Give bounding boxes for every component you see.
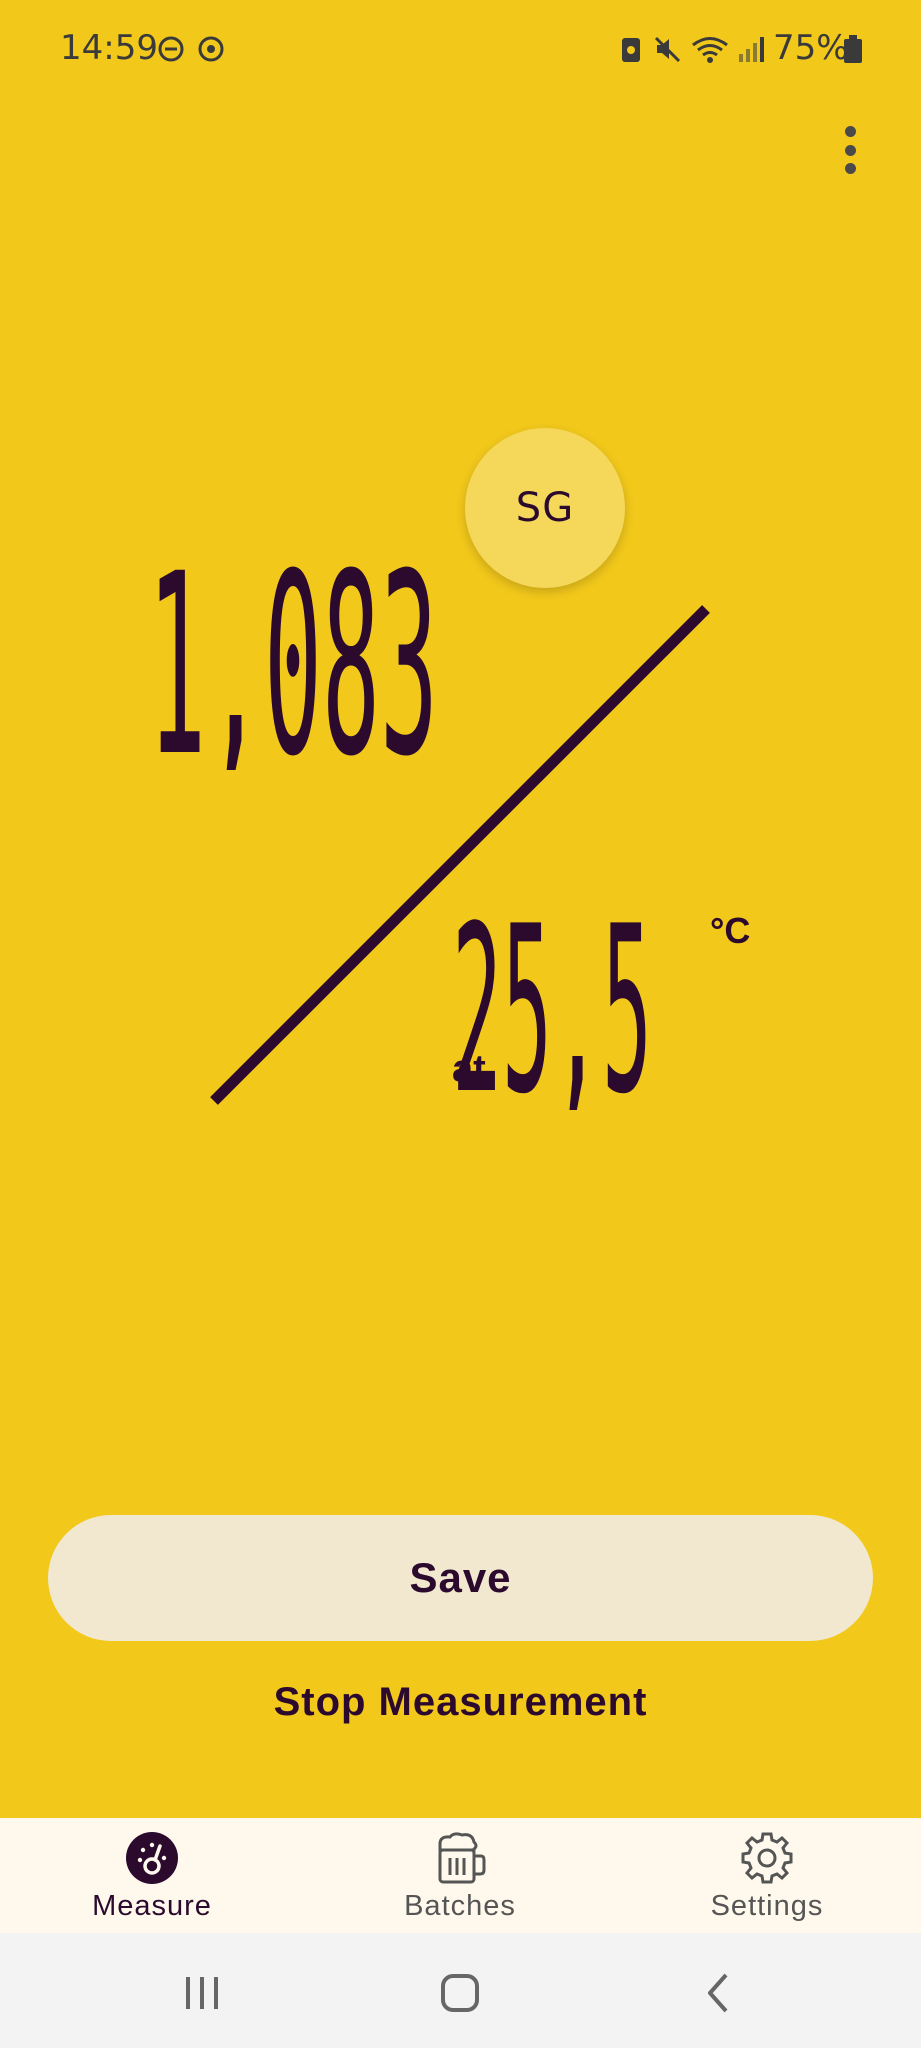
stop-measurement-button[interactable]: Stop Measurement	[0, 1680, 921, 1725]
do-not-disturb-icon	[158, 36, 184, 62]
back-icon[interactable]	[688, 1963, 748, 2023]
nav-label-settings: Settings	[710, 1890, 824, 1922]
status-bar: 14:59 75%	[0, 0, 921, 100]
wifi-icon	[692, 37, 728, 63]
temperature-unit: °C	[710, 910, 751, 951]
sync-icon	[198, 36, 224, 62]
nav-item-measure[interactable]: Measure	[32, 1818, 272, 1933]
svg-text:1,083: 1,083	[148, 540, 438, 770]
unit-toggle-button[interactable]: SG	[465, 428, 625, 588]
gear-icon	[741, 1832, 793, 1884]
gravity-value: 1,083	[148, 540, 438, 770]
battery-icon	[844, 35, 862, 63]
battery-saver-icon	[622, 38, 640, 62]
battery-percent: 75%	[773, 28, 849, 68]
save-button[interactable]: Save	[48, 1515, 873, 1641]
bottom-navigation: Measure Batches Settings	[0, 1818, 921, 1933]
nav-item-batches[interactable]: Batches	[340, 1818, 580, 1933]
nav-label-measure: Measure	[92, 1890, 212, 1922]
nav-item-settings[interactable]: Settings	[647, 1818, 887, 1933]
more-vert-icon[interactable]	[830, 120, 870, 180]
recent-apps-icon[interactable]	[172, 1963, 232, 2023]
mute-icon	[654, 36, 681, 63]
beer-mug-icon	[438, 1832, 486, 1884]
status-time: 14:59	[60, 28, 158, 68]
temperature-value: 25,5	[452, 900, 652, 1110]
nav-label-batches: Batches	[404, 1890, 516, 1922]
home-icon[interactable]	[430, 1963, 490, 2023]
hydrometer-gauge-icon	[126, 1832, 178, 1884]
svg-text:25,5: 25,5	[452, 900, 652, 1110]
signal-icon	[739, 37, 764, 62]
system-navigation-bar	[0, 1933, 921, 2048]
